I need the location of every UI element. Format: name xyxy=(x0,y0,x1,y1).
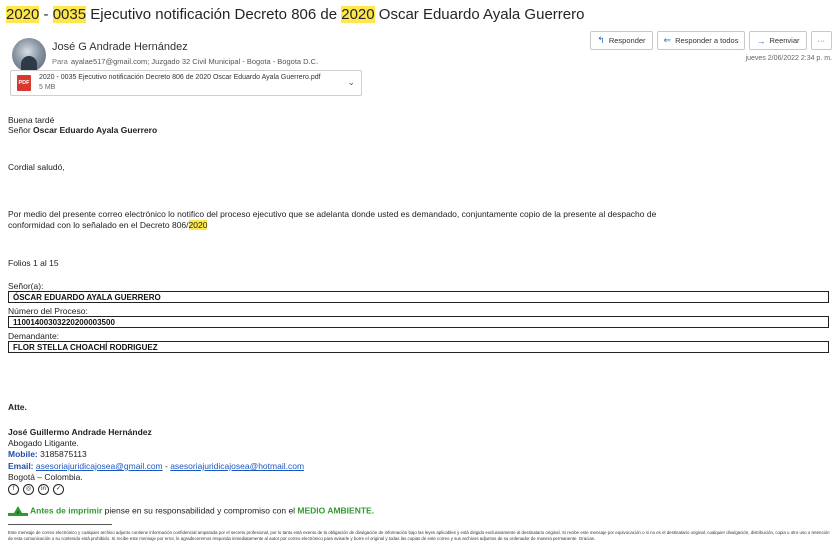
subject-text: - xyxy=(39,6,53,23)
addressee-line: Señor Oscar Eduardo Ayala Guerrero xyxy=(8,125,157,135)
social-icons: f ◎ in ✓ xyxy=(8,484,64,495)
subject-text: Ejecutivo notificación Decreto 806 de xyxy=(86,6,342,23)
year-highlight: 2020 xyxy=(188,220,208,230)
instagram-icon[interactable]: ◎ xyxy=(23,484,34,495)
signature-mobile: Mobile: 3185875113 xyxy=(8,449,87,459)
addressee-prefix: Señor xyxy=(8,125,34,135)
more-actions-button[interactable]: ··· xyxy=(810,31,832,50)
facebook-icon[interactable]: f xyxy=(8,484,19,495)
greeting: Buena tardé xyxy=(8,115,55,125)
signature-closing: Atte. xyxy=(8,402,27,412)
pdf-icon: PDF xyxy=(17,75,31,91)
body-text: conformidad con lo señalado en el Decret… xyxy=(8,220,189,230)
recipients-line: Para ayalae517@gmail.com; Juzgado 32 Civi… xyxy=(52,57,318,66)
message-actions: ↰ Responder ⇐ Responder a todos → Reenviar … xyxy=(590,31,832,50)
eco-emphasis: Antes de imprimir xyxy=(30,505,103,516)
website-icon[interactable]: ✓ xyxy=(53,484,64,495)
attachment-size: 5 MB xyxy=(39,84,56,91)
eco-text: piense en su responsabilidad y compromis… xyxy=(102,505,298,516)
reply-all-button[interactable]: ⇐ Responder a todos xyxy=(656,31,746,50)
tree-print-icon xyxy=(8,506,28,516)
linkedin-icon[interactable]: in xyxy=(38,484,49,495)
attachment-card[interactable]: PDF 2020 - 0035 Ejecutivo notificación D… xyxy=(10,70,362,96)
sender-avatar[interactable] xyxy=(12,38,46,72)
eco-message: Antes de imprimir piense en su responsab… xyxy=(8,505,374,517)
sender-name[interactable]: José G Andrade Hernández xyxy=(52,41,188,53)
reply-all-icon: ⇐ xyxy=(663,35,672,45)
divider xyxy=(8,524,112,525)
signature-title: Abogado Litigante. xyxy=(8,438,79,448)
body-paragraph-line2: conformidad con lo señalado en el Decret… xyxy=(8,220,208,230)
eco-emphasis-end: MEDIO AMBIENTE. xyxy=(297,505,375,516)
signature-city: Bogotá – Colombia. xyxy=(8,472,83,482)
email-link-gmail[interactable]: asesoriajuridicajosea@gmail.com xyxy=(36,461,163,471)
signature-email: Email: asesoriajuridicajosea@gmail.com -… xyxy=(8,461,304,471)
subject-number-highlight: 0035 xyxy=(52,6,87,23)
mobile-label: Mobile: xyxy=(8,449,38,459)
signature-name: José Guillermo Andrade Hernández xyxy=(8,427,152,437)
reply-label: Responder xyxy=(608,36,646,45)
table-label-demandante: Demandante: xyxy=(8,331,60,341)
forward-label: Reenviar xyxy=(769,36,800,45)
email-label: Email: xyxy=(8,461,34,471)
table-label-senor: Señor(a): xyxy=(8,281,44,291)
attachment-name: 2020 - 0035 Ejecutivo notificación Decre… xyxy=(39,74,321,81)
addressee-name: Oscar Eduardo Ayala Guerrero xyxy=(33,125,158,135)
reply-all-label: Responder a todos xyxy=(675,36,739,45)
folios-text: Folios 1 al 15 xyxy=(8,258,59,268)
chevron-down-icon[interactable]: ⌄ xyxy=(347,77,355,88)
forward-icon: → xyxy=(756,35,766,46)
table-value-senor: ÓSCAR EDUARDO AYALA GUERRERO xyxy=(8,291,829,303)
email-subject: 2020 - 0035 Ejecutivo notificación Decre… xyxy=(6,6,584,23)
subject-text: Oscar Eduardo Ayala Guerrero xyxy=(374,6,585,23)
subject-year-highlight: 2020 xyxy=(6,6,40,23)
salutation: Cordial saludó, xyxy=(8,162,65,172)
forward-button[interactable]: → Reenviar xyxy=(749,31,807,50)
legal-disclaimer: Este mensaje de correo electrónico y cua… xyxy=(8,530,830,541)
email-link-hotmail[interactable]: asesoriajuridicajosea@hotmail.com xyxy=(170,461,304,471)
body-paragraph-line1: Por medio del presente correo electrónic… xyxy=(8,209,657,219)
reply-icon: ↰ xyxy=(597,35,605,45)
table-label-proceso: Número del Proceso: xyxy=(8,306,88,316)
to-recipients[interactable]: ayalae517@gmail.com; Juzgado 32 Civil Mu… xyxy=(71,57,318,66)
mobile-value: 3185875113 xyxy=(37,449,87,459)
reply-button[interactable]: ↰ Responder xyxy=(590,31,653,50)
subject-year-highlight: 2020 xyxy=(341,6,375,23)
table-value-demandante: FLOR STELLA CHOACHÍ RODRIGUEZ xyxy=(8,341,829,353)
message-date: jueves 2/06/2022 2:34 p. m. xyxy=(745,55,832,62)
table-value-proceso: 11001400303220200003500 xyxy=(8,316,829,328)
to-label: Para xyxy=(52,57,68,66)
